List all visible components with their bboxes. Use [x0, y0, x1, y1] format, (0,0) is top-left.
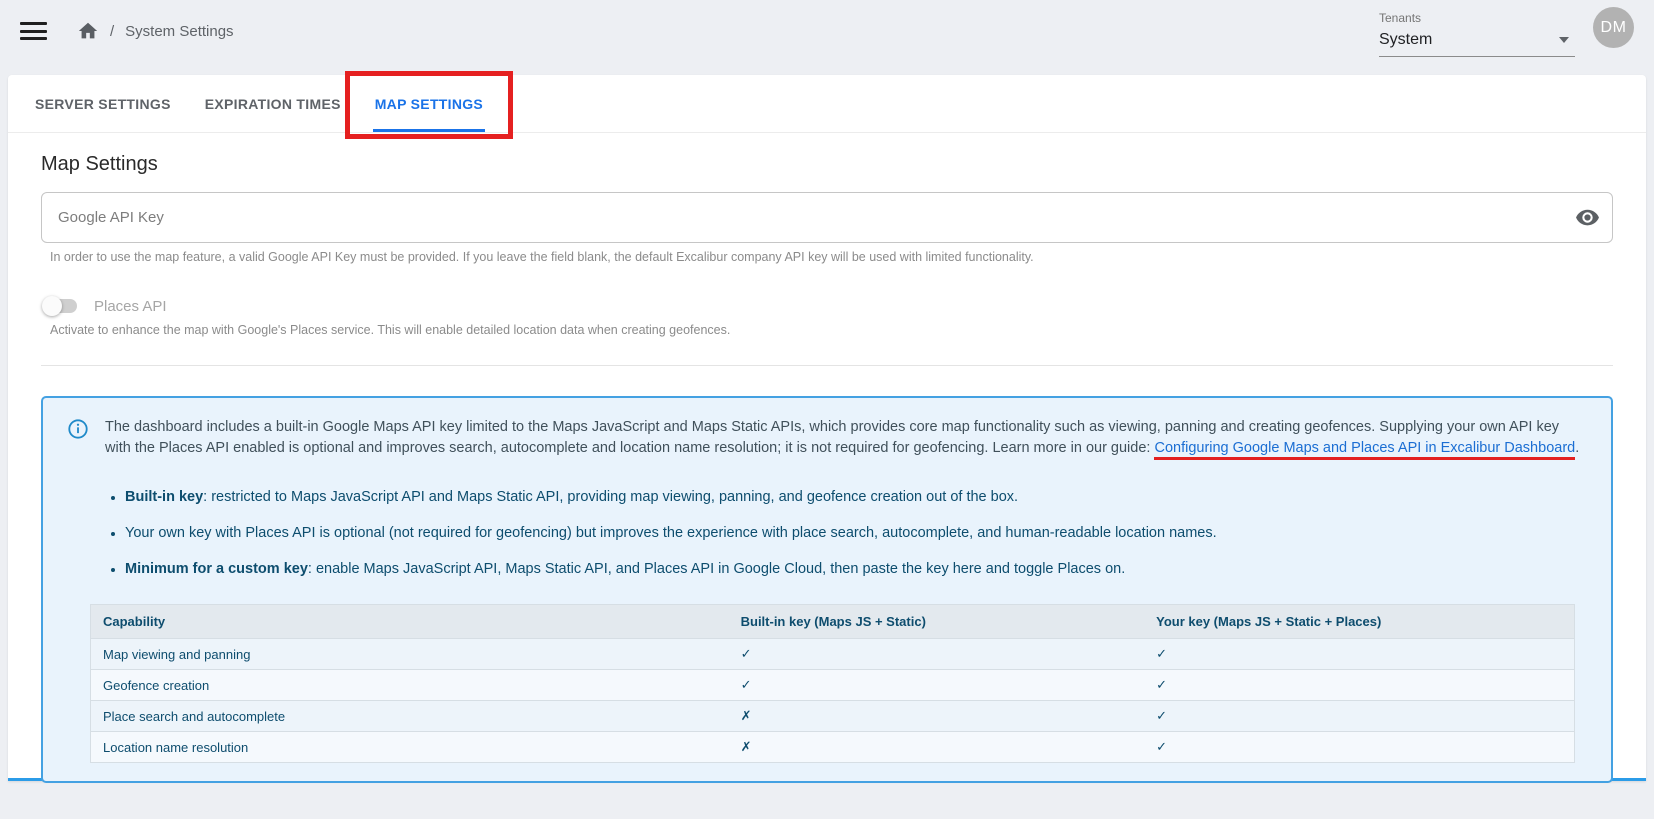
capability-table: CapabilityBuilt-in key (Maps JS + Static…: [90, 604, 1575, 763]
table-row: Geofence creation✓✓: [91, 670, 1575, 701]
places-api-toggle[interactable]: [42, 296, 79, 316]
section-divider: [41, 365, 1613, 366]
chevron-down-icon: [1559, 37, 1569, 43]
check-icon: ✓: [729, 670, 1145, 701]
google-api-key-input[interactable]: [41, 192, 1613, 243]
info-bullet-item: Your own key with Places API is optional…: [125, 523, 1587, 544]
menu-icon[interactable]: [20, 22, 47, 40]
info-bullets: Built-in key: restricted to Maps JavaScr…: [107, 487, 1587, 580]
breadcrumb-separator: /: [110, 23, 114, 40]
info-icon: [67, 418, 89, 440]
check-icon: ✓: [1144, 639, 1574, 670]
cross-icon: ✗: [729, 732, 1145, 763]
table-column-header: Built-in key (Maps JS + Static): [729, 605, 1145, 639]
capability-table-body: Map viewing and panning✓✓Geofence creati…: [91, 639, 1575, 763]
info-box: The dashboard includes a built-in Google…: [41, 396, 1613, 783]
table-column-header: Your key (Maps JS + Static + Places): [1144, 605, 1574, 639]
api-key-helper-text: In order to use the map feature, a valid…: [50, 250, 1613, 264]
info-paragraph-period: .: [1575, 440, 1579, 456]
tab-server-settings[interactable]: SERVER SETTINGS: [18, 75, 188, 132]
places-helper-text: Activate to enhance the map with Google'…: [50, 323, 1613, 337]
table-row: Place search and autocomplete✗✓: [91, 701, 1575, 732]
info-paragraph: The dashboard includes a built-in Google…: [105, 417, 1587, 595]
capability-cell: Map viewing and panning: [91, 639, 729, 670]
check-icon: ✓: [729, 639, 1145, 670]
check-icon: ✓: [1144, 670, 1574, 701]
breadcrumb: / System Settings: [77, 20, 234, 42]
breadcrumb-current: System Settings: [125, 23, 233, 40]
tenant-select-value: System: [1379, 31, 1432, 49]
capability-table-header-row: CapabilityBuilt-in key (Maps JS + Static…: [91, 605, 1575, 639]
table-row: Location name resolution✗✓: [91, 732, 1575, 763]
user-avatar[interactable]: DM: [1593, 7, 1634, 48]
guide-link[interactable]: Configuring Google Maps and Places API i…: [1154, 440, 1575, 460]
table-row: Map viewing and panning✓✓: [91, 639, 1575, 670]
tab-label: SERVER SETTINGS: [35, 96, 171, 112]
places-api-toggle-label: Places API: [94, 298, 167, 315]
tenant-select[interactable]: Tenants System: [1379, 5, 1575, 57]
top-bar: / System Settings Tenants System DM: [0, 0, 1654, 62]
tab-expiration-times[interactable]: EXPIRATION TIMES: [188, 75, 358, 132]
home-icon[interactable]: [77, 20, 99, 42]
tab-bar: SERVER SETTINGS EXPIRATION TIMES MAP SETTI…: [8, 75, 1646, 133]
table-column-header: Capability: [91, 605, 729, 639]
page-title: Map Settings: [41, 153, 1613, 176]
settings-card: SERVER SETTINGS EXPIRATION TIMES MAP SETTI…: [8, 75, 1646, 781]
info-bullet-item: Built-in key: restricted to Maps JavaScr…: [125, 487, 1587, 508]
info-bullet-item: Minimum for a custom key: enable Maps Ja…: [125, 559, 1587, 580]
capability-cell: Location name resolution: [91, 732, 729, 763]
cross-icon: ✗: [729, 701, 1145, 732]
tab-label: MAP SETTINGS: [375, 96, 483, 112]
capability-cell: Geofence creation: [91, 670, 729, 701]
visibility-eye-icon[interactable]: [1575, 205, 1600, 230]
capability-cell: Place search and autocomplete: [91, 701, 729, 732]
tab-map-settings[interactable]: MAP SETTINGS: [358, 75, 500, 132]
tenant-select-label: Tenants: [1379, 11, 1575, 25]
check-icon: ✓: [1144, 732, 1574, 763]
tab-label: EXPIRATION TIMES: [205, 96, 341, 112]
check-icon: ✓: [1144, 701, 1574, 732]
